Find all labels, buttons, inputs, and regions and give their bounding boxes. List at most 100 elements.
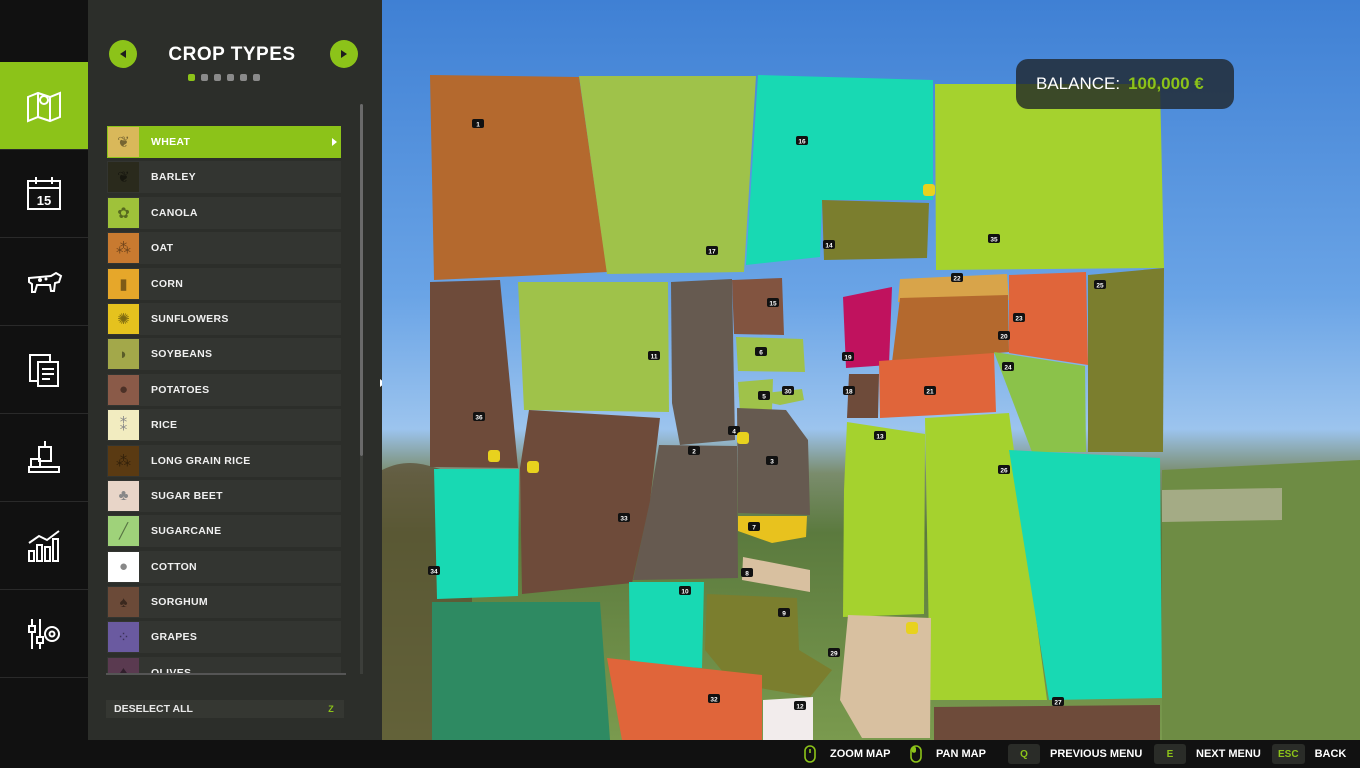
field-14[interactable] [822, 200, 929, 260]
scrollbar-thumb[interactable] [360, 104, 363, 456]
farmland-map[interactable]: 1 17 16 14 35 36 11 15 6 19 22 20 23 25 18 21 24 30 5 4 3 2 33… [382, 0, 1360, 740]
field-21[interactable] [879, 353, 996, 418]
statistics-tab[interactable] [0, 502, 88, 590]
field-number: 18 [845, 389, 853, 396]
next-page-button[interactable] [330, 40, 358, 68]
calendar-tab[interactable]: 15 [0, 150, 88, 238]
potato-icon: ● [108, 374, 139, 405]
page-indicator [188, 74, 260, 81]
field-number: 32 [710, 697, 718, 704]
previous-menu-hint[interactable]: Q PREVIOUS MENU [1008, 740, 1142, 768]
contracts-tab[interactable] [0, 326, 88, 414]
crop-list: ❦ WHEAT ❦ BARLEY ✿ CANOLA ⁂ OAT ▮ CORN ✺ SUNFLOWERS… [107, 126, 341, 674]
field-29[interactable] [840, 615, 931, 738]
field-6[interactable] [736, 337, 805, 372]
field-number: 8 [745, 571, 749, 578]
crop-label: SUGARCANE [151, 525, 222, 538]
map-marker-icon[interactable] [488, 450, 500, 462]
crop-item-oat[interactable]: ⁂ OAT [107, 232, 341, 265]
crop-item-corn[interactable]: ▮ CORN [107, 267, 341, 300]
crop-item-potatoes[interactable]: ● POTATOES [107, 373, 341, 406]
back-key: ESC [1272, 744, 1305, 764]
crop-item-olives[interactable]: ♦ OLIVES [107, 656, 341, 674]
map-tab[interactable] [0, 62, 96, 150]
deselect-all-button[interactable]: DESELECT ALL Z [106, 700, 344, 718]
back-hint[interactable]: ESC BACK [1272, 740, 1346, 768]
sunflower-icon: ✺ [108, 303, 139, 334]
page-dot [253, 74, 260, 81]
field-4[interactable] [671, 279, 735, 445]
chevron-right-icon [341, 50, 347, 58]
field-31[interactable] [432, 602, 610, 740]
field-1[interactable] [430, 75, 607, 280]
map-marker-icon[interactable] [923, 184, 935, 196]
crop-item-sorghum[interactable]: ♠ SORGHUM [107, 586, 341, 619]
next-menu-key: E [1154, 744, 1186, 764]
scrollbar-track[interactable] [360, 456, 363, 674]
crop-item-rice[interactable]: ⁑ RICE [107, 409, 341, 442]
field-number: 27 [1054, 700, 1062, 707]
crop-item-sugar-beet[interactable]: ♣ SUGAR BEET [107, 479, 341, 512]
field-34[interactable] [434, 469, 519, 599]
rice-icon: ⁑ [108, 410, 139, 441]
field-27[interactable] [934, 705, 1160, 740]
crop-label: BARLEY [151, 171, 196, 184]
input-hint-bar: ZOOM MAP PAN MAP Q PREVIOUS MENU E NEXT … [0, 740, 1360, 768]
balance-display: BALANCE: 100,000 € [1016, 59, 1234, 109]
field-number: 23 [1015, 316, 1023, 323]
crop-item-sunflowers[interactable]: ✺ SUNFLOWERS [107, 302, 341, 335]
field-number: 4 [732, 429, 736, 436]
map-marker-icon[interactable] [737, 432, 749, 444]
field-18[interactable] [847, 374, 879, 418]
crop-item-canola[interactable]: ✿ CANOLA [107, 196, 341, 229]
previous-menu-label: PREVIOUS MENU [1050, 748, 1143, 760]
field-number: 29 [830, 651, 838, 658]
field-36[interactable] [430, 280, 518, 468]
crop-label: CANOLA [151, 206, 198, 219]
next-menu-hint[interactable]: E NEXT MENU [1154, 740, 1261, 768]
contracts-icon [29, 353, 59, 387]
field-number: 6 [759, 350, 763, 357]
deselect-key-hint: Z [328, 704, 334, 714]
crop-label: RICE [151, 419, 178, 432]
crop-item-wheat[interactable]: ❦ WHEAT [107, 126, 341, 158]
field-number: 11 [651, 354, 658, 361]
map-marker-icon[interactable] [527, 461, 539, 473]
field-10[interactable] [629, 582, 704, 668]
field-17[interactable] [579, 76, 756, 274]
field-11[interactable] [518, 282, 669, 412]
olive-icon: ♦ [108, 657, 139, 674]
page-dot [227, 74, 234, 81]
crop-item-long-grain-rice[interactable]: ⁂ LONG GRAIN RICE [107, 444, 341, 477]
field-number: 2 [692, 449, 696, 456]
field-number: 13 [876, 434, 884, 441]
settings-tab[interactable] [0, 590, 88, 678]
field-35[interactable] [935, 84, 1164, 270]
field-13[interactable] [843, 422, 925, 617]
crop-item-sugarcane[interactable]: ╱ SUGARCANE [107, 515, 341, 548]
field-20[interactable] [892, 295, 1009, 362]
wheat-icon: ❦ [108, 127, 139, 157]
pan-map-hint[interactable]: PAN MAP [906, 740, 986, 768]
calendar-day: 15 [37, 193, 51, 208]
field-number: 19 [844, 355, 852, 362]
zoom-map-hint[interactable]: ZOOM MAP [800, 740, 891, 768]
crop-item-barley[interactable]: ❦ BARLEY [107, 161, 341, 194]
mouse-drag-icon [910, 745, 922, 763]
crop-label: GRAPES [151, 631, 198, 644]
animals-tab[interactable] [0, 238, 88, 326]
crop-item-grapes[interactable]: ⁘ GRAPES [107, 621, 341, 654]
next-menu-label: NEXT MENU [1196, 748, 1261, 760]
field-number: 22 [953, 276, 961, 283]
corn-icon: ▮ [108, 268, 139, 299]
production-tab[interactable] [0, 414, 88, 502]
crop-label: COTTON [151, 560, 197, 573]
crop-label: SUNFLOWERS [151, 312, 229, 325]
deselect-all-label: DESELECT ALL [114, 703, 193, 715]
field-25[interactable] [1088, 268, 1164, 452]
crop-item-cotton[interactable]: ● COTTON [107, 550, 341, 583]
crop-types-panel: CROP TYPES ❦ WHEAT ❦ BARLEY ✿ CANOLA ⁂ OAT ▮ CORN… [88, 0, 382, 740]
map-marker-icon[interactable] [906, 622, 918, 634]
crop-item-soybeans[interactable]: ◗ SOYBEANS [107, 338, 341, 371]
field-number: 34 [430, 569, 438, 576]
